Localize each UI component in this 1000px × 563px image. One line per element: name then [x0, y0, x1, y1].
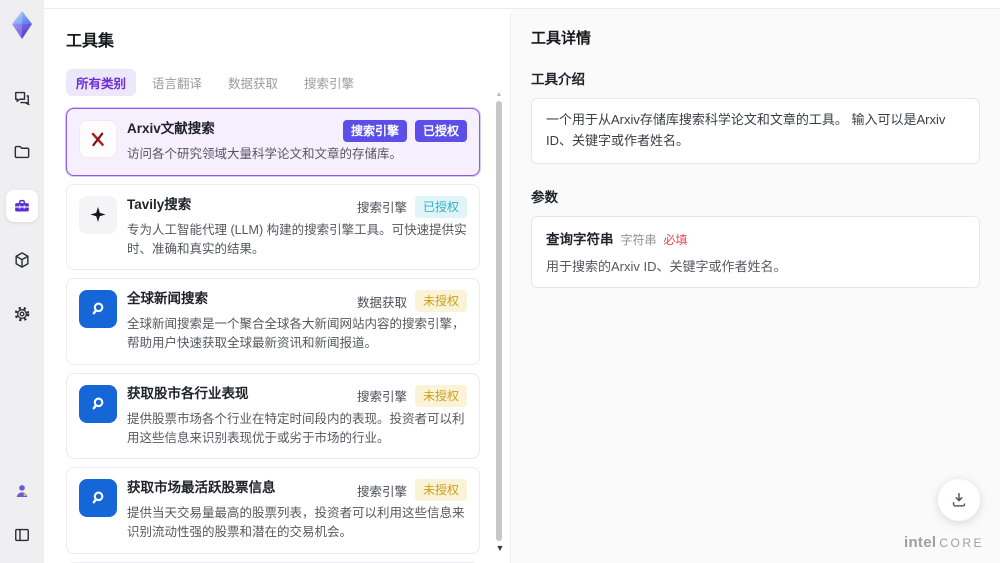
intro-box: 一个用于从Arxiv存储库搜索科学论文和文章的工具。 输入可以是Arxiv ID…	[531, 98, 980, 164]
stock-search-icon	[79, 479, 117, 518]
tool-card-global-news[interactable]: 全球新闻搜索 数据获取 未授权 全球新闻搜索是一个聚合全球各大新闻网站内容的搜索…	[66, 278, 480, 365]
news-search-icon	[79, 290, 117, 329]
tab-search-engine[interactable]: 搜索引擎	[294, 69, 364, 96]
tool-list: Arxiv文献搜索 搜索引擎 已授权 访问各个研究领域大量科学论文和文章的存储库…	[66, 108, 480, 563]
sidebar-item-packages[interactable]	[6, 244, 38, 276]
tool-description: 提供当天交易量最高的股票列表，投资者可以利用这些信息来识别流动性强的股票和潜在的…	[127, 506, 465, 539]
sidebar-nav	[6, 82, 38, 330]
arxiv-logo-icon	[79, 120, 117, 158]
param-description: 用于搜索的Arxiv ID、关键字或作者姓名。	[546, 258, 787, 274]
tab-data-fetching[interactable]: 数据获取	[218, 69, 288, 96]
tool-name: Arxiv文献搜索	[127, 121, 215, 136]
scrollbar-thumb[interactable]	[496, 101, 502, 541]
tab-all-categories[interactable]: 所有类别	[66, 69, 137, 96]
package-icon	[15, 252, 29, 268]
intel-core-logo: intel core	[904, 534, 984, 551]
tool-detail-panel: 工具详情 工具介绍 一个用于从Arxiv存储库搜索科学论文和文章的工具。 输入可…	[510, 9, 1000, 563]
toolbox-icon	[15, 199, 29, 212]
category-tabs: 所有类别 语言翻译 数据获取 搜索引擎	[66, 69, 480, 96]
intro-text: 一个用于从Arxiv存储库搜索科学论文和文章的工具。 输入可以是Arxiv ID…	[546, 112, 946, 148]
app-logo[interactable]	[6, 8, 38, 42]
tool-name: 全球新闻搜索	[127, 291, 208, 307]
sidebar-item-panel-toggle[interactable]	[6, 519, 38, 551]
detail-title: 工具详情	[531, 30, 592, 47]
sidebar-bottom	[0, 475, 44, 551]
panel-toggle-icon	[15, 528, 29, 542]
app-window: 工具集 所有类别 语言翻译 数据获取 搜索引擎 Arxiv文献搜索 搜索引擎 已…	[0, 0, 1000, 563]
tavily-star-icon	[79, 195, 117, 234]
settings-gear-icon	[14, 306, 30, 322]
tool-name: 获取市场最活跃股票信息	[127, 480, 276, 496]
sidebar	[0, 0, 44, 563]
tool-card-arxiv[interactable]: Arxiv文献搜索 搜索引擎 已授权 访问各个研究领域大量科学论文和文章的存储库…	[66, 108, 480, 176]
category-label: 搜索引擎	[356, 201, 407, 216]
category-badge: 搜索引擎	[342, 120, 407, 142]
tool-name: Tavily搜索	[127, 196, 192, 212]
sidebar-item-account[interactable]	[6, 475, 38, 507]
tool-description: 提供股票市场各个行业在特定时间段内的表现。投资者可以利用这些信息来识别表现优于或…	[127, 411, 465, 445]
tool-card-tavily[interactable]: Tavily搜索 搜索引擎 已授权 专为人工智能代理 (LLM) 构建的搜索引擎…	[66, 183, 480, 271]
auth-status-badge: 已授权	[414, 120, 467, 142]
scrollbar-up-icon[interactable]: ▲	[495, 91, 503, 98]
auth-status-badge: 未授权	[414, 384, 467, 407]
list-scrollbar[interactable]: ▲ ▼	[495, 91, 505, 557]
auth-status-badge: 已授权	[414, 195, 467, 218]
param-type: 字符串	[620, 232, 657, 247]
brand-intel-text: intel	[903, 534, 937, 551]
brand-core-text: core	[939, 536, 984, 550]
tool-card-active-stocks[interactable]: 获取市场最活跃股票信息 搜索引擎 未授权 提供当天交易量最高的股票列表，投资者可…	[66, 467, 480, 554]
sidebar-item-files[interactable]	[6, 136, 38, 168]
folder-icon	[14, 145, 30, 159]
gem-logo-icon	[12, 11, 32, 39]
download-icon	[952, 493, 966, 507]
param-required-flag: 必填	[663, 232, 688, 247]
category-label: 数据获取	[356, 295, 407, 310]
tool-card-sector-performance[interactable]: 获取股市各行业表现 搜索引擎 未授权 提供股票市场各个行业在特定时间段内的表现。…	[66, 372, 480, 460]
category-label: 搜索引擎	[356, 484, 407, 499]
tool-description: 全球新闻搜索是一个聚合全球各大新闻网站内容的搜索引擎，帮助用户快速获取全球最新资…	[127, 317, 465, 350]
page-title: 工具集	[66, 33, 115, 50]
tool-description: 专为人工智能代理 (LLM) 构建的搜索引擎工具。可快速提供实时、准确和真实的结…	[127, 222, 467, 256]
sidebar-item-tools[interactable]	[6, 190, 38, 222]
stock-search-icon	[79, 384, 117, 423]
chat-icon	[15, 91, 30, 106]
content-area: 工具集 所有类别 语言翻译 数据获取 搜索引擎 Arxiv文献搜索 搜索引擎 已…	[44, 8, 1000, 563]
tool-name: 获取股市各行业表现	[127, 385, 249, 401]
sidebar-item-settings[interactable]	[6, 298, 38, 330]
param-name: 查询字符串	[546, 231, 614, 247]
tools-panel: 工具集 所有类别 语言翻译 数据获取 搜索引擎 Arxiv文献搜索 搜索引擎 已…	[44, 9, 510, 563]
intro-heading: 工具介绍	[531, 72, 585, 87]
auth-status-badge: 未授权	[414, 290, 467, 313]
tab-language-translation[interactable]: 语言翻译	[142, 69, 212, 96]
download-button[interactable]	[938, 479, 980, 521]
user-icon	[16, 485, 28, 497]
params-heading: 参数	[531, 189, 558, 205]
sidebar-item-chat[interactable]	[6, 82, 38, 114]
tool-description: 访问各个研究领域大量科学论文和文章的存储库。	[127, 147, 403, 161]
auth-status-badge: 未授权	[414, 479, 467, 502]
scrollbar-down-icon[interactable]: ▼	[495, 543, 505, 553]
param-box: 查询字符串 字符串 必填 用于搜索的Arxiv ID、关键字或作者姓名。	[531, 215, 980, 289]
category-label: 搜索引擎	[356, 390, 407, 405]
